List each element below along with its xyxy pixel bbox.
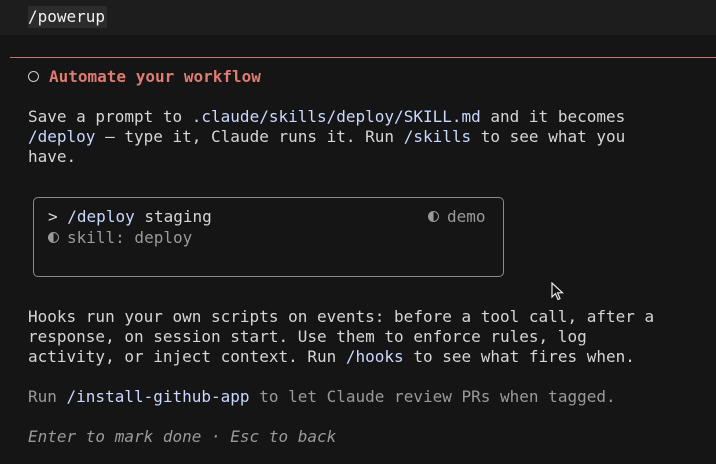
para1-line1: Save a prompt to .claude/skills/deploy/S… bbox=[28, 107, 625, 127]
para1-text: to see what you bbox=[471, 127, 626, 146]
mouse-cursor-icon bbox=[551, 282, 564, 301]
para1-line3: have. bbox=[28, 147, 77, 166]
demo-prompt-line: > /deploy staging bbox=[48, 207, 212, 227]
install-github-app-command: /install-github-app bbox=[66, 387, 250, 406]
para3-text: Run bbox=[28, 387, 67, 406]
card-title-row: Automate your workflow bbox=[28, 67, 261, 87]
para2-line2: response, on session start. Use them to … bbox=[28, 327, 587, 346]
prompt-symbol: > bbox=[48, 207, 58, 226]
para1-text: — type it, Claude runs it. Run bbox=[95, 127, 404, 146]
skills-command: /skills bbox=[403, 127, 472, 146]
demo-skill-line: skill: deploy bbox=[48, 228, 192, 248]
input-bar[interactable]: /powerup bbox=[0, 0, 716, 35]
para1-text: and it becomes bbox=[480, 107, 626, 126]
demo-badge-label: demo bbox=[447, 207, 486, 226]
footer-hint: Enter to mark done · Esc to back bbox=[28, 427, 337, 446]
para3-line: Run /install-github-app to let Claude re… bbox=[28, 387, 616, 407]
demo-badge: demo bbox=[428, 207, 486, 227]
deploy-command: /deploy bbox=[28, 127, 96, 146]
hooks-command: /hooks bbox=[345, 347, 404, 366]
demo-box: > /deploy staging demo skill: deploy bbox=[33, 197, 504, 277]
para2-text: activity, or inject context. Run bbox=[28, 347, 346, 366]
skill-path: .claude/skills/deploy/SKILL.md bbox=[191, 107, 481, 126]
half-circle-icon bbox=[48, 232, 59, 243]
card-title: Automate your workflow bbox=[49, 67, 261, 86]
para1-text: Save a prompt to bbox=[28, 107, 192, 126]
para2-line3: activity, or inject context. Run /hooks … bbox=[28, 347, 635, 367]
demo-command: /deploy bbox=[67, 207, 135, 226]
command-input-text[interactable]: /powerup bbox=[28, 6, 108, 28]
half-circle-icon bbox=[428, 211, 439, 222]
para3-text: to let Claude review PRs when tagged. bbox=[249, 387, 616, 406]
demo-skill-text: skill: deploy bbox=[67, 228, 193, 247]
para2-text: to see what fires when. bbox=[403, 347, 635, 366]
para1-line2: /deploy — type it, Claude runs it. Run /… bbox=[28, 127, 625, 147]
para2-line1: Hooks run your own scripts on events: be… bbox=[28, 307, 655, 326]
divider bbox=[10, 57, 716, 58]
status-circle-icon bbox=[28, 71, 39, 82]
demo-arg: staging bbox=[134, 207, 212, 226]
terminal-window: /powerup Automate your workflow Save a p… bbox=[0, 0, 716, 464]
